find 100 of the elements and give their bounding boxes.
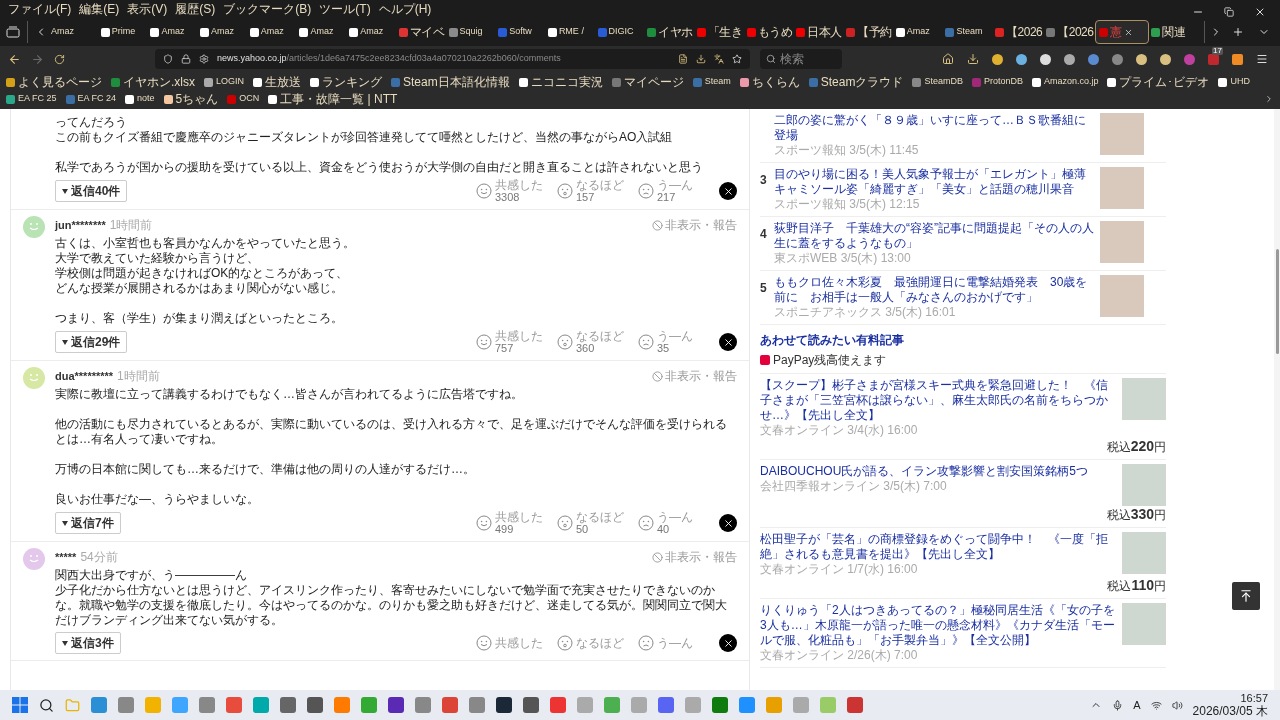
bookmark[interactable]: EA FC 25 <box>6 91 57 107</box>
browser-tab[interactable]: 【2026 <box>1044 20 1096 44</box>
menu-item[interactable]: 履歴(S) <box>171 1 220 17</box>
browser-tab[interactable]: 【2026 <box>993 20 1045 44</box>
address-bar[interactable]: news.yahoo.co.jp/articles/1de6a7475c2ee8234cfd03a4a070210a2262b060/comments <box>155 49 750 69</box>
downloads-icon[interactable] <box>967 53 979 65</box>
bookmark[interactable]: UHD <box>1218 74 1250 90</box>
share-button[interactable] <box>719 182 737 200</box>
replies-button[interactable]: 返信40件 <box>55 180 128 202</box>
bookmark[interactable]: 生放送 <box>253 74 301 90</box>
app-icon[interactable] <box>388 697 404 713</box>
bookmark[interactable]: SteamDB <box>912 74 963 90</box>
bookmark[interactable]: ニコニコ実況 <box>518 74 603 90</box>
browser-tab[interactable]: Squig <box>446 20 497 44</box>
extension-icon[interactable] <box>1160 53 1171 65</box>
browser-tab[interactable]: Amaz <box>198 20 248 44</box>
username[interactable]: dua********* <box>55 367 114 385</box>
scrollbar-thumb[interactable] <box>1276 249 1279 354</box>
browser-tab[interactable]: 日本人 <box>794 20 844 44</box>
app-icon[interactable] <box>523 697 539 713</box>
bookmark[interactable]: OCN <box>227 91 260 107</box>
bookmark[interactable]: Steam <box>692 74 731 90</box>
tab-list-icon[interactable] <box>6 26 20 38</box>
close-tab-icon[interactable] <box>1123 27 1133 37</box>
article-link[interactable]: 【スクープ】彬子さまが宮様スキー式典を緊急回避した！ 《信子さまが「三笠宮杯は譲らない」、麻生太郎氏の名前をちらつかせ…》【先出し全文】 <box>760 378 1116 423</box>
replies-button[interactable]: 返信7件 <box>55 512 121 534</box>
bookmark[interactable]: よく見るページ <box>6 74 102 90</box>
browser-tab[interactable]: 憲 <box>1095 20 1150 44</box>
browser-tab[interactable]: Prime <box>98 20 149 44</box>
search-input[interactable]: 検索 <box>780 50 830 68</box>
bookmark[interactable]: ランキング <box>310 74 382 90</box>
browser-tab[interactable]: RME / <box>545 20 596 44</box>
bookmark[interactable]: マイページ <box>611 74 684 90</box>
bookmark[interactable]: ちくらん <box>739 74 800 90</box>
forward-icon[interactable] <box>31 52 44 66</box>
menu-icon[interactable] <box>1256 53 1268 65</box>
username[interactable]: jun******** <box>55 216 106 234</box>
article-link[interactable]: DAIBOUCHOU氏が語る、イラン攻撃影響と割安国策銘柄5つ <box>760 464 1116 479</box>
replies-button[interactable]: 返信3件 <box>55 632 121 654</box>
article-link[interactable]: 松田聖子が「芸名」の商標登録をめぐって闘争中！ 《一度「拒絶」されるも意見書を提出》【先出し全文】 <box>760 532 1116 562</box>
browser-tab[interactable]: Amaz <box>297 20 348 44</box>
bookmark[interactable]: イヤホン.xlsx <box>111 74 195 90</box>
menu-item[interactable]: 表示(V) <box>123 1 172 17</box>
reader-view-icon[interactable] <box>678 54 688 64</box>
back-to-top-button[interactable] <box>1232 582 1260 610</box>
extension-icon[interactable] <box>1136 53 1147 65</box>
article-link[interactable]: 荻野目洋子 千葉雄大の“容姿”記事に問題提起「その人の人生に蓋をするようなもの」 <box>774 221 1096 251</box>
menu-item[interactable]: ファイル(F) <box>4 1 76 17</box>
bookmark[interactable]: プライム･ビデオ <box>1107 74 1210 90</box>
article-link[interactable]: 目のやり場に困る！美人気象予報士が「エレガント」極薄キャミソール姿「綺麗すぎ」「美女」と話題の穂川果音 <box>774 167 1096 197</box>
microphone-icon[interactable] <box>1112 699 1124 711</box>
app-icon[interactable] <box>307 697 323 713</box>
browser-tab[interactable]: DIGIC <box>595 20 646 44</box>
network-icon[interactable] <box>1150 699 1162 711</box>
browser-tab[interactable]: Amaz <box>148 20 199 44</box>
browser-tab[interactable]: 関連 <box>1149 20 1199 44</box>
volume-icon[interactable] <box>1171 699 1183 711</box>
browser-tab[interactable]: Amaz <box>347 20 397 44</box>
bookmark[interactable]: 5ちゃん <box>163 91 219 107</box>
username[interactable]: ***** <box>55 548 77 566</box>
home-icon[interactable] <box>942 53 954 65</box>
bookmark[interactable]: LOGIN <box>204 74 244 90</box>
back-icon[interactable] <box>8 52 21 66</box>
menu-item[interactable]: ヘルプ(H) <box>374 1 436 17</box>
new-tab-icon[interactable] <box>1232 26 1244 38</box>
bookmark[interactable]: note <box>125 91 155 107</box>
app-icon[interactable] <box>496 697 512 713</box>
extension-icon[interactable] <box>1040 53 1051 65</box>
reload-icon[interactable] <box>54 53 65 65</box>
bookmark[interactable]: 工事・故障一覧 | NTT <box>268 91 398 107</box>
browser-tab[interactable]: 「生き <box>694 20 745 44</box>
clock[interactable]: 16:57 2026/03/05 木 <box>1192 692 1268 718</box>
article-link[interactable]: りくりゅう「2人はつきあってるの？」極秘同居生活《「女の子を3人も…」木原龍一が語った唯一の懸念材料》《カナダ生活「モールで服、化粧品も」「お手製弁当」》【全文公開】 <box>760 603 1116 648</box>
extension-icon[interactable] <box>1016 53 1027 65</box>
menu-item[interactable]: 編集(E) <box>75 1 124 17</box>
restore-icon[interactable] <box>1224 7 1234 17</box>
translate-icon[interactable] <box>714 54 724 64</box>
browser-tab[interactable]: イヤホ <box>645 20 695 44</box>
share-button[interactable] <box>719 634 737 652</box>
browser-tab[interactable]: もうめ <box>744 20 795 44</box>
extension-icon[interactable] <box>1064 53 1075 65</box>
extension-icon[interactable] <box>992 53 1003 65</box>
menu-item[interactable]: ブックマーク(B) <box>219 1 316 17</box>
article-link[interactable]: ももクロ佐々木彩夏 最強開運日に電撃結婚発表 30歳を前に お相手は一般人「みなさんのおかげです」 <box>774 275 1096 305</box>
bookmark[interactable]: Steamクラウド <box>808 74 904 90</box>
bookmark[interactable]: Steam日本語化情報 <box>391 74 510 90</box>
replies-button[interactable]: 返信29件 <box>55 331 128 353</box>
share-button[interactable] <box>719 514 737 532</box>
article-link[interactable]: 二郎の姿に驚がく「８９歳」いすに座って…ＢＳ歌番組に登場 <box>774 113 1096 143</box>
browser-tab[interactable]: Amaz <box>49 20 99 44</box>
browser-tab[interactable]: マイベ <box>396 20 447 44</box>
browser-tab[interactable]: Steam <box>943 20 994 44</box>
ime-indicator[interactable]: A <box>1133 696 1141 714</box>
bookmark-star-icon[interactable] <box>732 54 742 64</box>
download-page-icon[interactable] <box>696 54 706 64</box>
search-field[interactable]: 検索 <box>760 49 842 69</box>
bookmark[interactable]: ProtonDB <box>971 74 1023 90</box>
bookmark[interactable]: Amazon.co.jp <box>1031 74 1099 90</box>
share-button[interactable] <box>719 333 737 351</box>
bookmark[interactable]: EA FC 24 <box>65 91 117 107</box>
